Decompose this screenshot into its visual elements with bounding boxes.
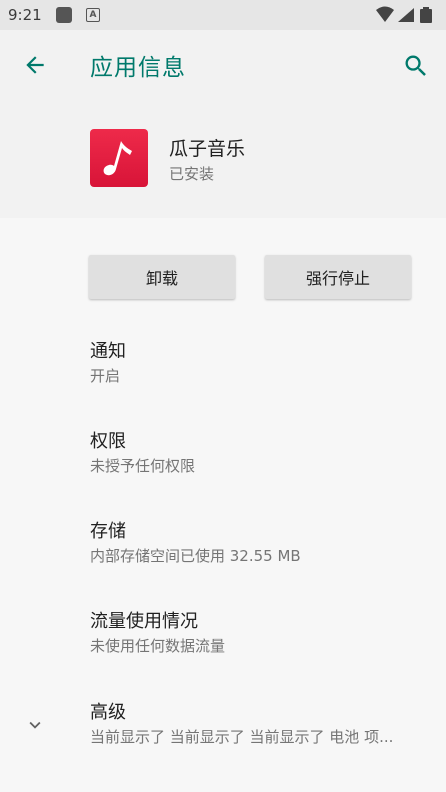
- arrow-left-icon[interactable]: [22, 52, 48, 78]
- status-icons: [376, 6, 432, 23]
- app-name: 瓜子音乐: [169, 138, 246, 160]
- setting-summary: 当前显示了 当前显示了 当前显示了 电池 项...: [90, 728, 394, 746]
- battery-icon: [420, 7, 432, 23]
- setting-title: 高级: [90, 702, 126, 723]
- music-note-icon: [103, 141, 132, 176]
- setting-title: 流量使用情况: [90, 611, 198, 632]
- setting-item-permissions[interactable]: 权限 未授予任何权限: [0, 417, 446, 497]
- a-notification-icon: A: [86, 8, 100, 22]
- setting-summary: 未授予任何权限: [90, 457, 196, 475]
- app-icon: [90, 129, 148, 187]
- signal-icon: [398, 8, 414, 22]
- page-title: 应用信息: [90, 55, 186, 81]
- setting-summary: 开启: [90, 367, 121, 385]
- app-header: 瓜子音乐 已安装: [0, 100, 446, 218]
- force-stop-button[interactable]: 强行停止: [265, 255, 411, 299]
- wifi-icon: [376, 6, 394, 22]
- setting-summary: 内部存储空间已使用 32.55 MB: [90, 547, 301, 565]
- status-bar: 9:21 A: [0, 0, 446, 30]
- setting-item-notifications[interactable]: 通知 开启: [0, 327, 446, 407]
- search-icon[interactable]: [402, 52, 430, 80]
- chevron-down-icon: [29, 721, 41, 729]
- uninstall-button[interactable]: 卸载: [89, 255, 235, 299]
- status-time: 9:21: [8, 6, 42, 24]
- setting-item-advanced[interactable]: 高级 当前显示了 当前显示了 当前显示了 电池 项...: [0, 688, 446, 768]
- setting-item-storage[interactable]: 存储 内部存储空间已使用 32.55 MB: [0, 507, 446, 587]
- setting-item-data-usage[interactable]: 流量使用情况 未使用任何数据流量: [0, 597, 446, 677]
- app-install-status: 已安装: [169, 165, 215, 183]
- setting-summary: 未使用任何数据流量: [90, 637, 226, 655]
- setting-title: 权限: [90, 431, 126, 452]
- setting-title: 通知: [90, 341, 126, 362]
- square-notification-icon: [56, 7, 72, 23]
- setting-title: 存储: [90, 521, 126, 542]
- app-bar: 应用信息: [0, 30, 446, 100]
